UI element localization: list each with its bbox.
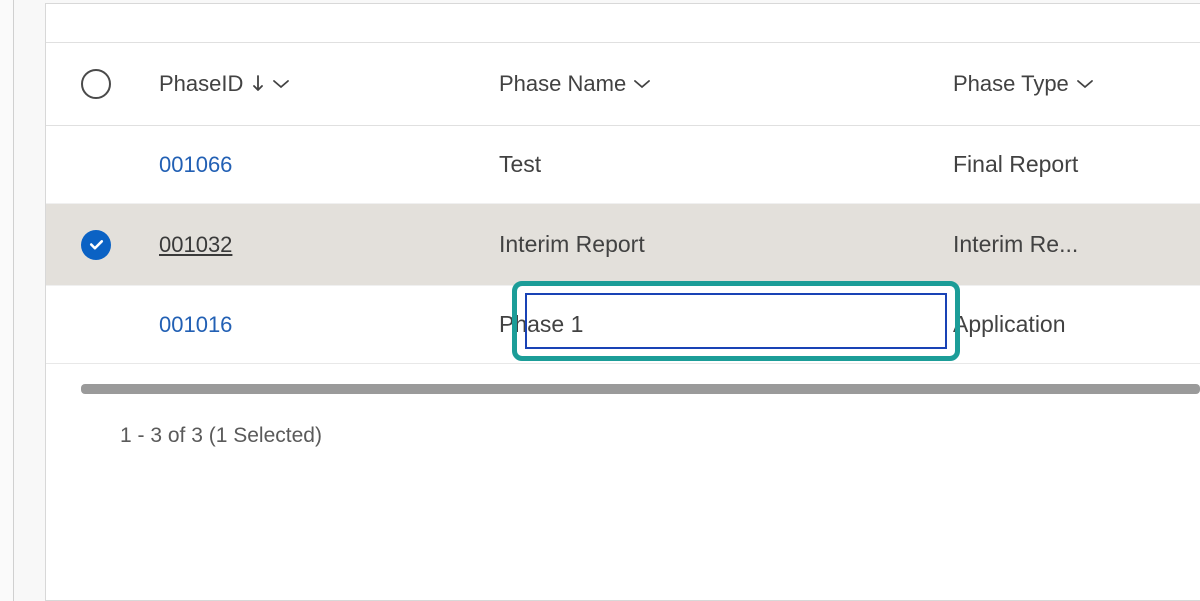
row-id-cell: 001032 (159, 232, 499, 258)
circle-empty-icon (81, 69, 111, 99)
row-name-cell: Phase 1 (499, 311, 953, 338)
column-header-phasename[interactable]: Phase Name (499, 71, 953, 97)
row-type-cell: Final Report (953, 151, 1200, 178)
row-type-cell: Application (953, 311, 1200, 338)
row-id-cell: 001016 (159, 312, 499, 338)
row-checkbox-cell[interactable] (81, 230, 159, 260)
phase-type-text: Interim Re... (953, 231, 1078, 258)
table-row[interactable]: 001066 Test Final Report (46, 126, 1200, 204)
chevron-down-icon (633, 79, 651, 90)
circle-checked-icon (81, 230, 111, 260)
phase-id-link[interactable]: 001016 (159, 312, 232, 338)
row-type-cell: Interim Re... (953, 231, 1200, 258)
scrollbar-thumb[interactable] (81, 384, 1200, 394)
horizontal-scrollbar[interactable] (81, 384, 1200, 394)
phase-name-text: Test (499, 151, 541, 178)
table-row[interactable]: 001016 Phase 1 Application (46, 286, 1200, 364)
table-container: PhaseID Phase Name Phase Type (46, 4, 1200, 448)
row-name-cell: Interim Report (499, 231, 953, 258)
phase-name-text: Interim Report (499, 231, 645, 258)
table-header-row: PhaseID Phase Name Phase Type (46, 42, 1200, 126)
column-label: Phase Name (499, 71, 626, 97)
table-row[interactable]: 001032 Interim Report Interim Re... (46, 204, 1200, 286)
phase-id-link[interactable]: 001032 (159, 232, 232, 258)
header-select-all[interactable] (81, 69, 159, 99)
row-id-cell: 001066 (159, 152, 499, 178)
phase-id-link[interactable]: 001066 (159, 152, 232, 178)
pagination-status: 1 - 3 of 3 (1 Selected) (46, 394, 1200, 448)
chevron-down-icon (272, 79, 290, 90)
column-label: PhaseID (159, 71, 243, 97)
row-name-cell: Test (499, 151, 953, 178)
phase-type-text: Application (953, 311, 1066, 338)
phase-type-text: Final Report (953, 151, 1078, 178)
column-label: Phase Type (953, 71, 1069, 97)
column-header-phaseid[interactable]: PhaseID (159, 71, 499, 97)
chevron-down-icon (1076, 79, 1094, 90)
sort-down-icon (251, 74, 265, 94)
data-panel: PhaseID Phase Name Phase Type (45, 3, 1200, 601)
outer-frame-left (0, 0, 14, 601)
phase-name-text: Phase 1 (499, 311, 583, 338)
column-header-phasetype[interactable]: Phase Type (953, 71, 1200, 97)
